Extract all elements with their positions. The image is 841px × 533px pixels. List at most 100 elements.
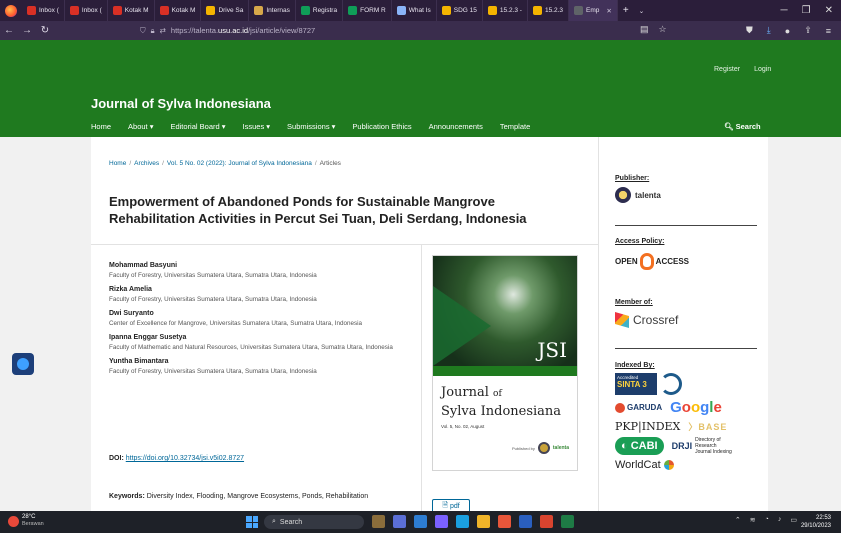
- crossref-logo[interactable]: Crossref: [615, 312, 755, 328]
- browser-tab[interactable]: Drive Sa: [201, 0, 250, 21]
- breadcrumb-archives[interactable]: Archives: [134, 160, 159, 167]
- bookmark-star-icon[interactable]: ☆: [659, 24, 667, 35]
- breadcrumb-home[interactable]: Home: [109, 160, 126, 167]
- taskbar-app-icon[interactable]: [414, 515, 427, 528]
- site-header: Register Login Journal of Sylva Indonesi…: [0, 40, 841, 137]
- download-icon[interactable]: ⤓: [767, 25, 771, 36]
- taskbar-app-icon[interactable]: [477, 515, 490, 528]
- wifi-icon[interactable]: ◔: [765, 516, 769, 524]
- reload-icon[interactable]: ↻: [36, 25, 54, 36]
- browser-tab[interactable]: Kotak M: [155, 0, 202, 21]
- pdf-download-button[interactable]: 🗎︎ pdf: [432, 499, 470, 511]
- volume-icon[interactable]: ♪: [778, 516, 782, 524]
- nav-item[interactable]: Submissions ▾: [287, 122, 335, 131]
- taskbar-app-icon[interactable]: [498, 515, 511, 528]
- start-button[interactable]: [246, 516, 258, 528]
- extension-icon[interactable]: ●: [785, 26, 790, 36]
- nav-item[interactable]: Template: [500, 122, 530, 131]
- register-link[interactable]: Register: [714, 66, 740, 73]
- browser-tab[interactable]: Internas: [249, 0, 296, 21]
- taskbar-app-icon[interactable]: [561, 515, 574, 528]
- breadcrumb-issue[interactable]: Vol. 5 No. 02 (2022): Journal of Sylva I…: [167, 160, 312, 167]
- browser-tab[interactable]: Registra: [296, 0, 344, 21]
- browser-tab[interactable]: 15.2.3: [528, 0, 570, 21]
- taskbar-app-icon[interactable]: [540, 515, 553, 528]
- minimize-icon[interactable]: ─: [781, 5, 788, 16]
- taskbar-search[interactable]: ⌕ Search: [264, 515, 364, 529]
- drji-logo[interactable]: DRJI Directory of Research Journal Indexi…: [672, 437, 734, 455]
- issue-cover-image[interactable]: JSI Journal of Sylva Indonesiana Vol. 5,…: [432, 255, 578, 471]
- doi-link[interactable]: https://doi.org/10.32734/jsi.v5i02.8727: [126, 455, 244, 462]
- search-link[interactable]: 🔍︎ Search: [724, 122, 761, 131]
- close-window-icon[interactable]: ✕: [825, 5, 833, 16]
- weather-widget[interactable]: 28°C Berawan: [22, 514, 44, 528]
- nav-item[interactable]: Announcements: [429, 122, 483, 131]
- indexed-block: Indexed By: Accredited SINTA 3 GARUDA Go…: [615, 362, 755, 471]
- browser-tab[interactable]: Emp ✕: [569, 0, 618, 21]
- journal-title[interactable]: Journal of Sylva Indonesiana: [91, 96, 271, 111]
- chevron-up-icon[interactable]: ⌃: [735, 516, 741, 524]
- worldcat-logo[interactable]: WorldCat: [615, 459, 755, 471]
- battery-icon[interactable]: ▭: [790, 516, 797, 524]
- browser-tab[interactable]: What Is: [392, 0, 437, 21]
- nav-item[interactable]: Issues ▾: [243, 122, 271, 131]
- cover-issue: Vol. 5, No. 02, August: [441, 424, 485, 429]
- browser-tab[interactable]: SDG 15: [437, 0, 483, 21]
- open-access-logo[interactable]: OPEN ACCESS: [615, 253, 755, 270]
- taskbar-app-icon[interactable]: [519, 515, 532, 528]
- clock[interactable]: 22:53 29/10/2023: [801, 514, 831, 530]
- author-entry: Dwi Suryanto Center of Excellence for Man…: [109, 309, 409, 328]
- talenta-logo[interactable]: talenta: [615, 187, 755, 203]
- garuda-logo[interactable]: GARUDA: [615, 402, 662, 413]
- taskbar-app-icon[interactable]: [435, 515, 448, 528]
- author-entry: Yuntha Bimantara Faculty of Forestry, Uni…: [109, 357, 409, 376]
- base-logo[interactable]: 〉BASE: [688, 420, 727, 433]
- cabi-logo[interactable]: ◐ CABI: [615, 437, 664, 455]
- address-bar[interactable]: ⛉ 🔒︎ ⇄ https://talenta.usu.ac.id/jsi/art…: [140, 23, 685, 38]
- nav-item[interactable]: Editorial Board ▾: [170, 122, 225, 131]
- nav-item[interactable]: Home: [91, 122, 111, 131]
- lock-icon[interactable]: 🔒︎: [151, 26, 155, 36]
- share-icon[interactable]: ⇪: [804, 25, 812, 36]
- pkp-index-logo[interactable]: PKP|INDEX: [615, 420, 680, 433]
- taskbar-app-icon[interactable]: [393, 515, 406, 528]
- article-title: Empowerment of Abandoned Ponds for Susta…: [109, 194, 527, 226]
- weather-icon[interactable]: [8, 516, 19, 527]
- tab-list-chevron-icon[interactable]: ⌄: [634, 0, 649, 21]
- cover-stripe: [433, 286, 491, 366]
- back-icon[interactable]: ←: [0, 25, 18, 36]
- browser-tab[interactable]: Inbox (: [65, 0, 108, 21]
- cabi-icon: ◐: [621, 440, 628, 452]
- browser-tab[interactable]: Kotak M: [108, 0, 155, 21]
- browser-tab[interactable]: FORM R: [343, 0, 392, 21]
- tab-label: 15.2.3: [544, 7, 564, 14]
- nav-item[interactable]: About ▾: [128, 122, 153, 131]
- taskbar-app-icon[interactable]: [372, 515, 385, 528]
- sinta-badge: Accredited SINTA 3: [615, 373, 657, 395]
- tab-favicon-icon: [487, 6, 497, 15]
- network-icon[interactable]: ≋: [750, 516, 756, 524]
- browser-logo-icon[interactable]: [0, 4, 22, 17]
- tab-label: 15.2.3 -: [499, 7, 522, 14]
- forward-icon[interactable]: →: [18, 25, 36, 36]
- floating-extension-icon[interactable]: [12, 353, 34, 375]
- new-tab-button[interactable]: +: [618, 0, 634, 21]
- menu-icon[interactable]: ≡: [826, 26, 831, 36]
- nav-item[interactable]: Publication Ethics: [352, 122, 411, 131]
- login-link[interactable]: Login: [754, 66, 771, 73]
- pocket-icon[interactable]: ⛊: [746, 25, 753, 36]
- reader-view-icon[interactable]: ▤: [640, 24, 649, 35]
- tab-favicon-icon: [574, 6, 584, 15]
- shield-icon[interactable]: ⛉: [140, 26, 146, 36]
- permissions-icon[interactable]: ⇄: [160, 26, 166, 35]
- author-name: Mohammad Basyuni: [109, 262, 178, 269]
- tab-label: Registra: [312, 7, 338, 14]
- access-policy-block: Access Policy: OPEN ACCESS: [615, 238, 755, 270]
- maximize-icon[interactable]: ❐: [802, 5, 811, 16]
- sinta-logo[interactable]: Accredited SINTA 3: [615, 373, 755, 395]
- browser-tab[interactable]: Inbox (: [22, 0, 65, 21]
- browser-tab[interactable]: 15.2.3 -: [483, 0, 528, 21]
- taskbar-app-icon[interactable]: [456, 515, 469, 528]
- close-tab-icon[interactable]: ✕: [606, 7, 611, 15]
- google-scholar-logo[interactable]: Google: [670, 399, 722, 416]
